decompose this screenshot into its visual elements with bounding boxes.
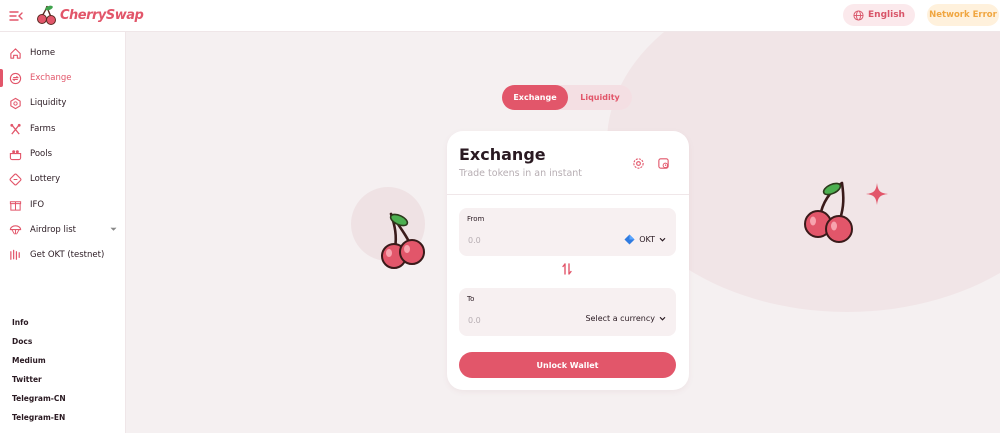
to-token-selector[interactable]: Select a currency <box>585 314 666 323</box>
network-error-button[interactable]: Network Error <box>927 4 999 26</box>
sidebar-item-pools[interactable]: Pools <box>0 143 126 165</box>
language-button[interactable]: English <box>843 4 915 26</box>
chevron-down-icon <box>110 227 117 231</box>
from-label: From <box>467 215 485 223</box>
top-bar: CherrySwap English Network Error <box>0 0 1000 32</box>
to-amount-input[interactable]: 0.0 <box>468 316 481 325</box>
footer-link-docs[interactable]: Docs <box>12 337 32 346</box>
divider <box>447 194 689 195</box>
airdrop-icon <box>8 223 22 237</box>
home-icon <box>8 46 22 60</box>
app-name: CherrySwap <box>60 7 144 23</box>
sidebar-item-get-okt[interactable]: Get OKT (testnet) <box>0 244 126 266</box>
from-field[interactable]: From 0.0 OKT <box>459 208 676 256</box>
globe-icon <box>853 9 864 21</box>
footer-link-info[interactable]: Info <box>12 318 29 327</box>
liquidity-icon <box>8 96 22 110</box>
sidebar-item-liquidity[interactable]: Liquidity <box>0 92 126 114</box>
sidebar-item-airdrop-list[interactable]: Airdrop list <box>0 219 126 241</box>
card-subtitle: Trade tokens in an instant <box>459 168 583 179</box>
sidebar-item-label: Pools <box>30 149 53 159</box>
mode-tabs: Exchange Liquidity <box>502 85 632 110</box>
sidebar-item-label: Get OKT (testnet) <box>30 250 105 260</box>
to-field[interactable]: To 0.0 Select a currency <box>459 288 676 336</box>
exchange-icon <box>8 71 22 85</box>
faucet-icon <box>8 248 22 262</box>
main-content: Exchange Liquidity Exchange Trade tokens… <box>127 32 1000 433</box>
settings-icon[interactable] <box>631 156 645 170</box>
footer-link-telegram-en[interactable]: Telegram-EN <box>12 413 65 422</box>
sidebar-item-label: Airdrop list <box>30 225 77 235</box>
cherry-logo-icon <box>37 5 56 25</box>
sidebar-item-label: IFO <box>30 200 45 210</box>
sparkle-icon <box>866 183 888 205</box>
from-token-label: OKT <box>639 235 655 244</box>
okt-token-icon <box>624 234 635 245</box>
unlock-wallet-button[interactable]: Unlock Wallet <box>459 352 676 378</box>
swap-direction-icon[interactable] <box>560 262 574 276</box>
sidebar-item-label: Farms <box>30 124 56 134</box>
sidebar-item-label: Lottery <box>30 174 61 184</box>
to-label: To <box>467 295 475 303</box>
card-title: Exchange <box>459 145 546 164</box>
footer-link-medium[interactable]: Medium <box>12 356 46 365</box>
tab-liquidity[interactable]: Liquidity <box>568 85 632 110</box>
cherry-illustration <box>381 212 425 269</box>
menu-toggle-icon[interactable] <box>8 8 24 24</box>
lottery-icon <box>8 172 22 186</box>
exchange-card: Exchange Trade tokens in an instant From… <box>447 131 689 390</box>
sidebar-item-farms[interactable]: Farms <box>0 118 126 140</box>
history-icon[interactable] <box>656 156 670 170</box>
farms-icon <box>8 122 22 136</box>
sidebar-item-label: Home <box>30 48 56 58</box>
sidebar-item-exchange[interactable]: Exchange <box>0 67 126 89</box>
from-amount-input[interactable]: 0.0 <box>468 236 481 245</box>
sidebar-item-home[interactable]: Home <box>0 42 126 64</box>
sidebar-item-lottery[interactable]: Lottery <box>0 168 126 190</box>
pools-icon <box>8 147 22 161</box>
from-token-selector[interactable]: OKT <box>624 234 666 245</box>
sidebar: Home Exchange Liquidity Farms Pools Lott… <box>0 32 126 433</box>
footer-link-telegram-cn[interactable]: Telegram-CN <box>12 394 66 403</box>
tab-exchange[interactable]: Exchange <box>502 85 568 110</box>
sidebar-item-label: Liquidity <box>30 98 67 108</box>
ifo-icon <box>8 198 22 212</box>
sidebar-item-ifo[interactable]: IFO <box>0 194 126 216</box>
chevron-down-icon <box>659 237 666 242</box>
cherry-illustration <box>804 181 853 243</box>
footer-link-twitter[interactable]: Twitter <box>12 375 42 384</box>
chevron-down-icon <box>659 316 666 321</box>
to-token-label: Select a currency <box>585 314 655 323</box>
logo[interactable]: CherrySwap <box>37 4 144 26</box>
language-label: English <box>868 10 905 20</box>
sidebar-item-label: Exchange <box>30 73 72 83</box>
